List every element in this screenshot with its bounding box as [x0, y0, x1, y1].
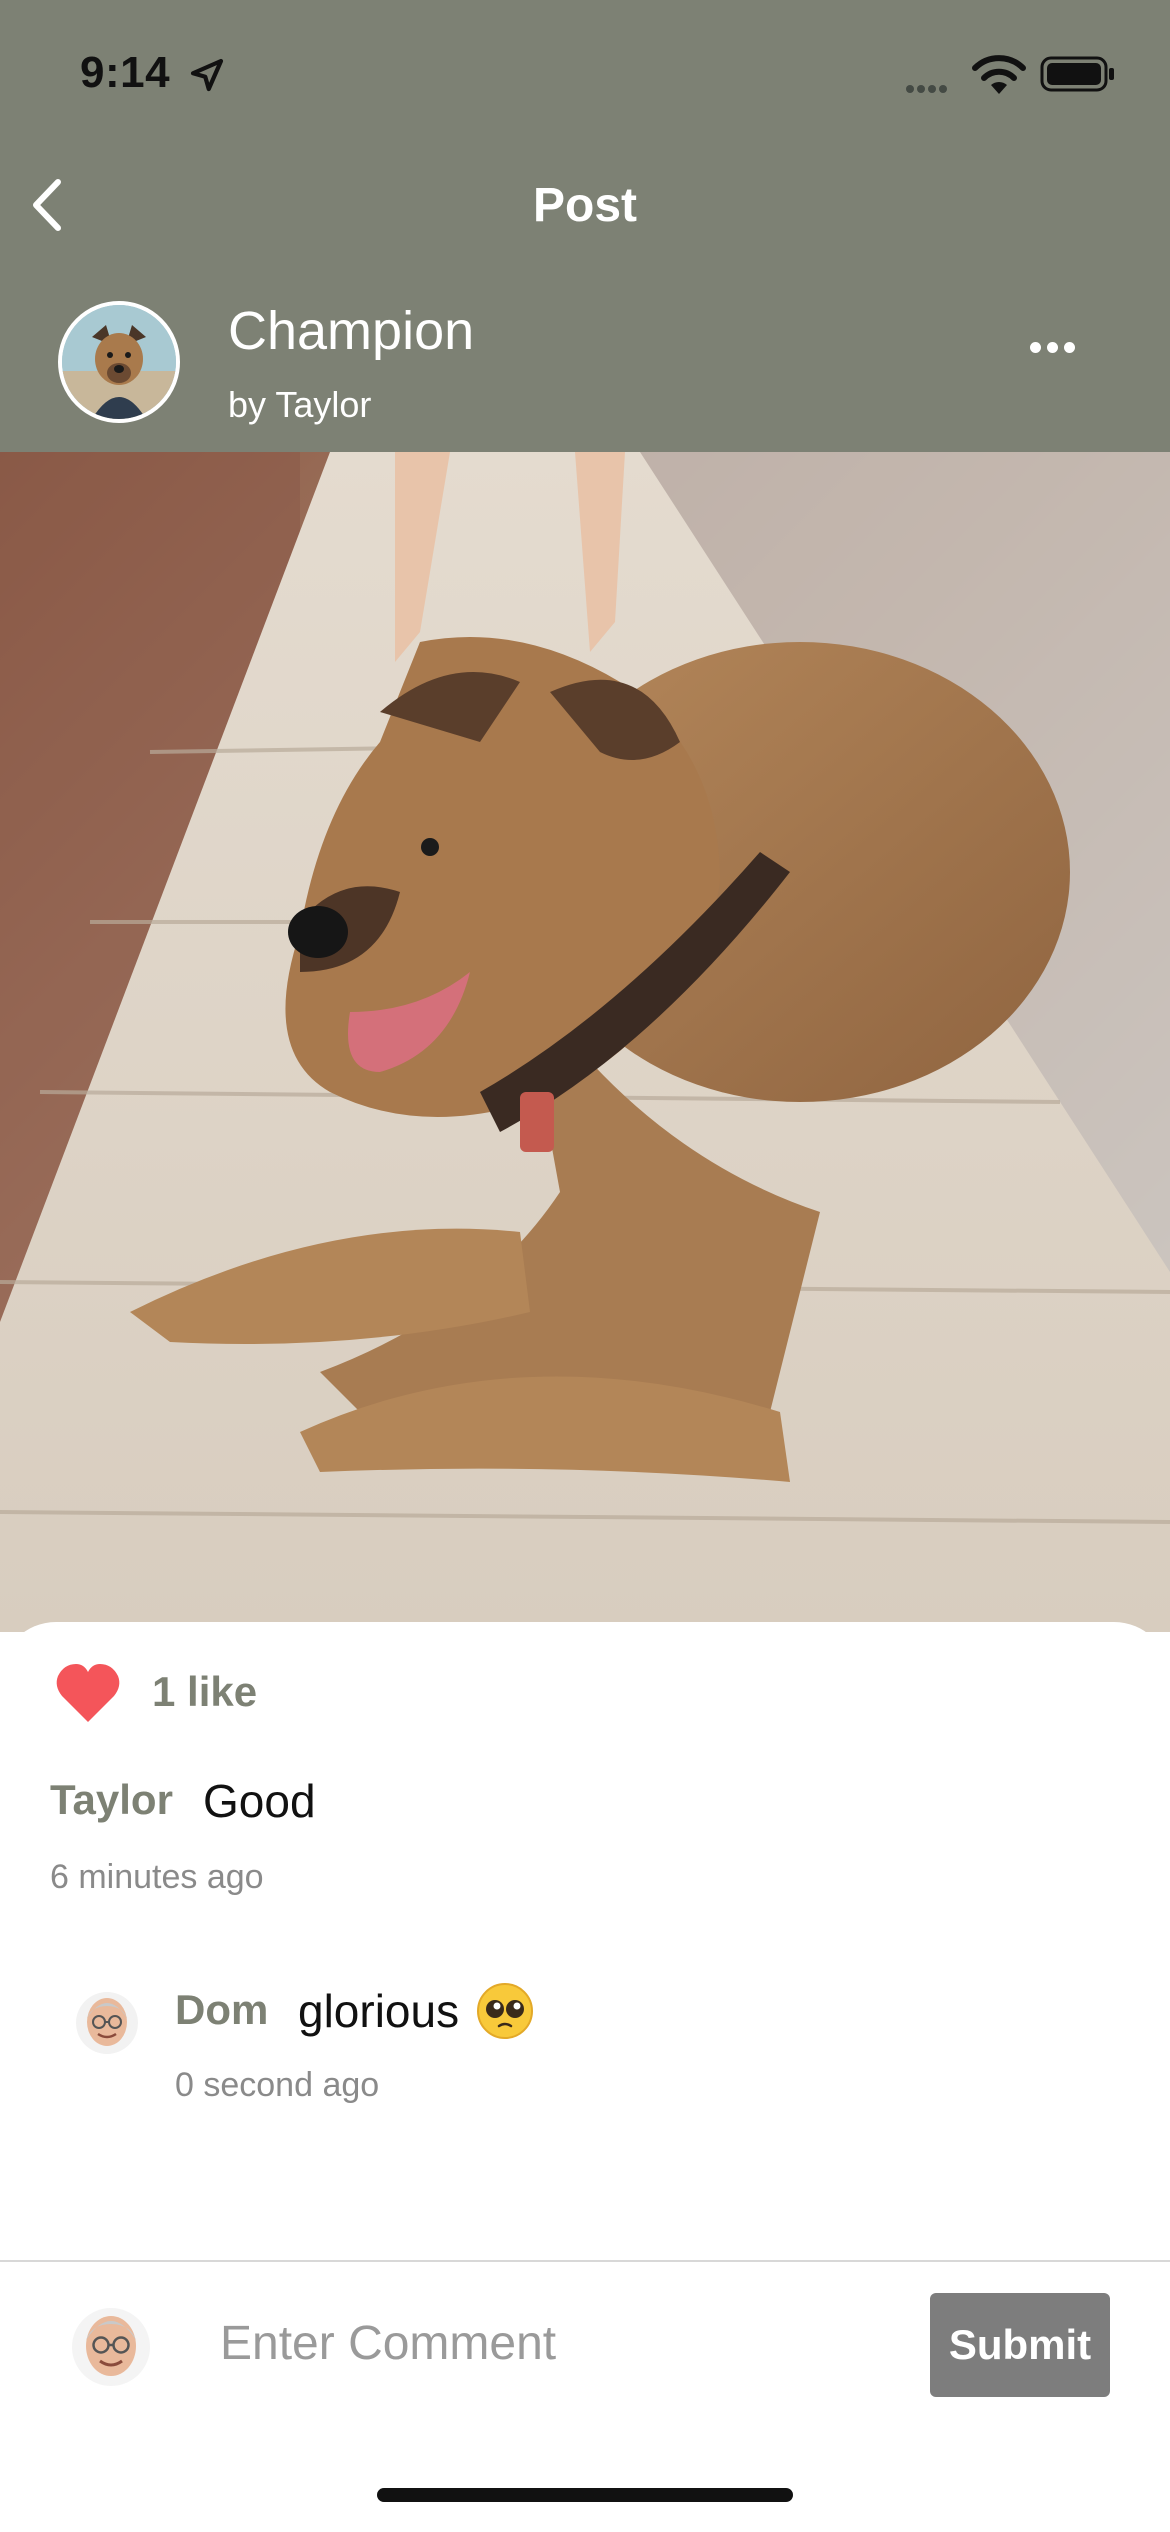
status-time: 9:14 — [80, 48, 171, 97]
comment-timestamp: 0 second ago — [175, 2066, 380, 2104]
caption-username[interactable]: Taylor — [50, 1776, 173, 1824]
more-options-icon[interactable] — [1030, 340, 1100, 384]
submit-button[interactable]: Submit — [930, 2293, 1110, 2397]
wifi-icon — [972, 55, 1026, 94]
pleading-face-emoji-icon — [477, 1983, 533, 2039]
dog-photo-image — [0, 452, 1170, 1632]
caption-timestamp: 6 minutes ago — [50, 1858, 264, 1896]
comment-username[interactable]: Dom — [175, 1986, 268, 2034]
location-arrow-icon — [190, 58, 224, 92]
comment-input[interactable] — [220, 2300, 900, 2386]
post-header-bar: 9:14 Post Champion by Taylor — [0, 0, 1170, 452]
caption-text: Good — [203, 1775, 316, 1827]
post-avatar[interactable] — [58, 301, 180, 423]
current-user-avatar — [72, 2308, 150, 2386]
dog-avatar-image — [62, 305, 176, 419]
post-photo[interactable] — [0, 452, 1170, 1632]
heart-icon[interactable] — [54, 1662, 122, 1724]
home-indicator[interactable] — [377, 2488, 793, 2502]
post-author: by Taylor — [228, 384, 372, 425]
post-pet-name: Champion — [228, 301, 475, 361]
page-title: Post — [532, 179, 637, 232]
comment-text: glorious — [298, 1985, 460, 2037]
memoji-avatar — [76, 1992, 138, 2054]
like-count: 1 like — [152, 1668, 258, 1715]
post-details-card — [0, 1622, 1170, 2262]
cellular-signal-icon — [906, 80, 950, 98]
battery-icon — [1040, 56, 1114, 92]
